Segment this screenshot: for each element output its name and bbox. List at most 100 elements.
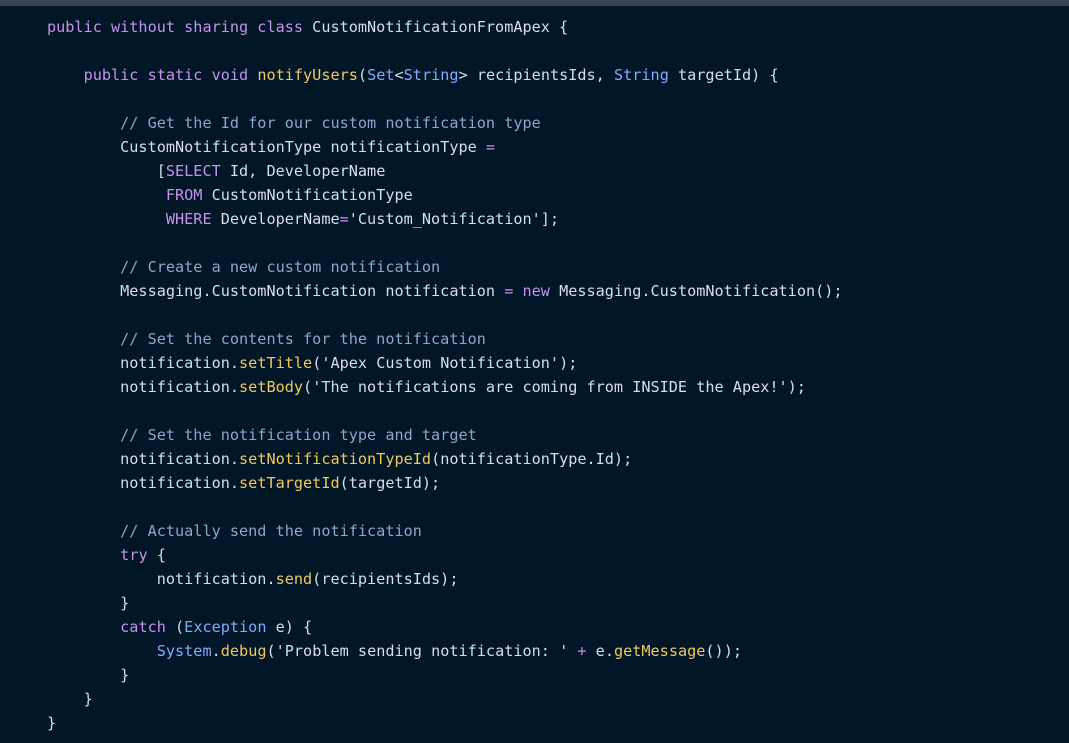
code-token: Id, DeveloperName <box>220 162 386 180</box>
code-token: catch <box>120 618 166 636</box>
code-line: } <box>0 591 1069 615</box>
code-token: ('Apex Custom Notification'); <box>312 354 578 372</box>
code-token: FROM <box>165 186 203 204</box>
code-token: e) { <box>266 618 313 636</box>
code-token: public without sharing class <box>47 18 313 36</box>
code-token: getMessage <box>613 642 706 660</box>
code-line: notification.setNotificationTypeId(notif… <box>0 447 1069 471</box>
code-token: public static void <box>83 66 258 84</box>
code-token: notification. <box>47 378 240 396</box>
code-token: CustomNotificationFromApex { <box>312 18 569 36</box>
code-token: // Set the contents for the notification <box>120 330 486 348</box>
code-token: notifyUsers <box>257 66 358 84</box>
code-token: notification. <box>47 570 276 588</box>
code-token: } <box>47 690 93 708</box>
code-line: // Create a new custom notification <box>0 255 1069 279</box>
code-line: // Set the contents for the notification <box>0 327 1069 351</box>
code-line: // Set the notification type and target <box>0 423 1069 447</box>
code-token: ()); <box>705 642 742 660</box>
code-token: debug <box>220 642 267 660</box>
code-token: Exception <box>184 618 267 636</box>
code-token: ('Problem sending notification: ' <box>266 642 578 660</box>
code-token: 'Custom_Notification']; <box>348 210 560 228</box>
code-line: // Actually send the notification <box>0 519 1069 543</box>
code-token: { <box>147 546 166 564</box>
code-token: SELECT <box>165 162 221 180</box>
code-line: try { <box>0 543 1069 567</box>
code-token: CustomNotificationType notificationType <box>47 138 486 156</box>
code-token: notification. <box>47 474 240 492</box>
code-line: FROM CustomNotificationType <box>0 183 1069 207</box>
code-token: notification. <box>47 354 240 372</box>
code-line: System.debug('Problem sending notificati… <box>0 639 1069 663</box>
code-token: (targetId); <box>339 474 441 492</box>
code-token: new <box>522 282 550 300</box>
code-token: // Create a new custom notification <box>120 258 441 276</box>
code-token: System <box>156 642 212 660</box>
code-token: Set <box>367 66 395 84</box>
code-line: Messaging.CustomNotification notificatio… <box>0 279 1069 303</box>
code-token: Messaging.CustomNotification(); <box>549 282 843 300</box>
code-line: notification.setTargetId(targetId); <box>0 471 1069 495</box>
code-token: setBody <box>239 378 304 396</box>
code-token: = <box>504 282 514 300</box>
code-line: } <box>0 711 1069 735</box>
code-line: [SELECT Id, DeveloperName <box>0 159 1069 183</box>
code-line: catch (Exception e) { <box>0 615 1069 639</box>
code-token: DeveloperName <box>211 210 340 228</box>
code-token: > recipientsIds, <box>458 66 614 84</box>
top-border <box>0 0 1069 6</box>
code-token: + <box>577 642 587 660</box>
code-token: targetId) { <box>668 66 779 84</box>
code-token: < <box>394 66 404 84</box>
code-token: setNotificationTypeId <box>239 450 432 468</box>
code-token: // Get the Id for our custom notificatio… <box>120 114 541 132</box>
code-line: WHERE DeveloperName='Custom_Notification… <box>0 207 1069 231</box>
code-line: notification.send(recipientsIds); <box>0 567 1069 591</box>
code-line: } <box>0 687 1069 711</box>
code-token: ( <box>357 66 368 84</box>
code-token: // Actually send the notification <box>120 522 422 540</box>
code-token: ( <box>165 618 185 636</box>
code-block[interactable]: public without sharing class CustomNotif… <box>0 15 1069 735</box>
code-token: notification. <box>47 450 240 468</box>
code-token: (notificationType.Id); <box>431 450 633 468</box>
code-token: } <box>47 714 57 732</box>
code-token: WHERE <box>165 210 212 228</box>
code-token: } <box>47 594 130 612</box>
code-token: (recipientsIds); <box>312 570 459 588</box>
code-token: = <box>485 138 496 156</box>
code-line: } <box>0 663 1069 687</box>
code-token: try <box>120 546 148 564</box>
code-line: // Get the Id for our custom notificatio… <box>0 111 1069 135</box>
code-token: [ <box>47 162 166 180</box>
code-line: CustomNotificationType notificationType … <box>0 135 1069 159</box>
code-token: CustomNotificationType <box>202 186 413 204</box>
code-token: } <box>47 666 130 684</box>
code-token: send <box>275 570 313 588</box>
code-token: setTitle <box>239 354 313 372</box>
code-line: public static void notifyUsers(Set< Strin… <box>0 63 1069 87</box>
code-token: Messaging.CustomNotification notificatio… <box>47 282 505 300</box>
code-line: notification.setTitle('Apex Custom Notif… <box>0 351 1069 375</box>
code-token: String <box>613 66 669 84</box>
code-token: e. <box>586 642 614 660</box>
code-line: public without sharing class CustomNotif… <box>0 15 1069 39</box>
